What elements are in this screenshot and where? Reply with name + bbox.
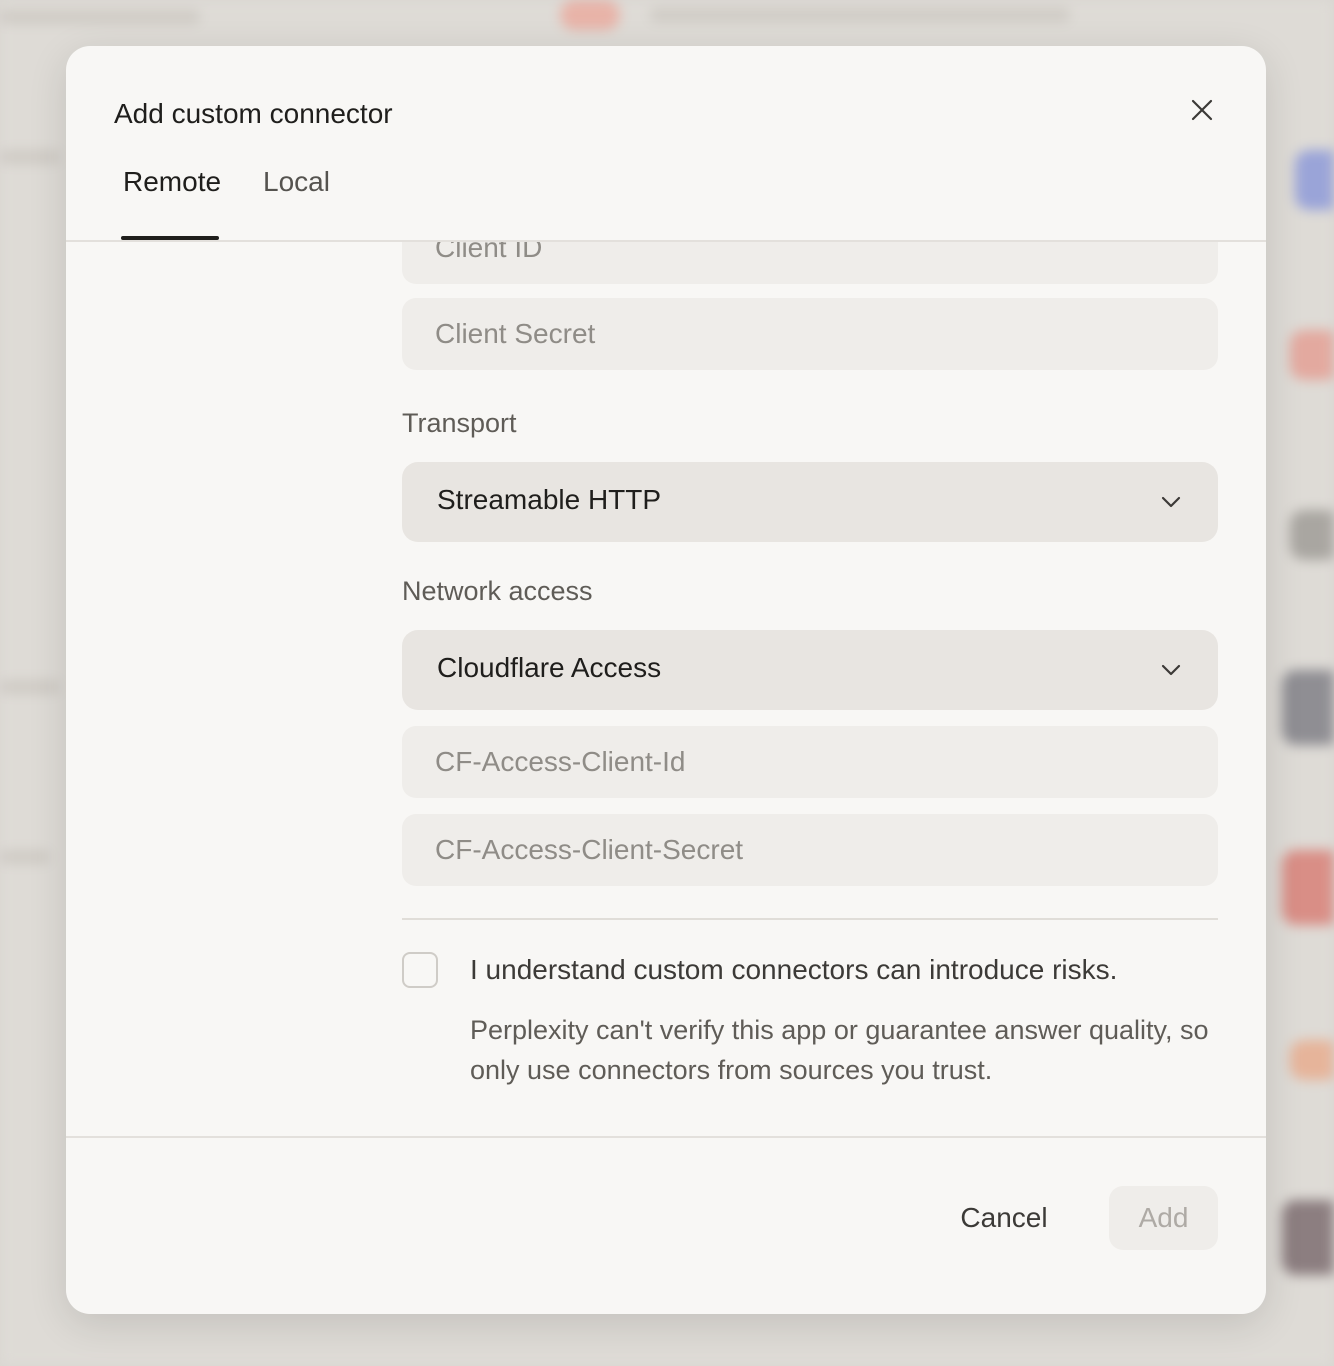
chevron-down-icon [1161,496,1181,508]
transport-value: Streamable HTTP [437,484,662,515]
risk-description: Perplexity can't verify this app or guar… [470,1015,1209,1085]
add-connector-dialog: Add custom connector Remote Local Transp… [66,46,1266,1314]
footer-divider [66,1136,1266,1138]
chevron-down-icon [1161,664,1181,676]
network-access-value: Cloudflare Access [437,652,662,683]
risk-acknowledge-checkbox[interactable] [402,952,438,988]
cancel-button[interactable]: Cancel [948,1188,1060,1248]
client-id-input[interactable] [402,242,1218,284]
tab-local[interactable]: Local [263,166,330,241]
transport-label: Transport [402,408,517,438]
tab-remote[interactable]: Remote [123,166,221,241]
close-icon [1191,99,1213,121]
close-button[interactable] [1184,92,1220,128]
cf-client-secret-input[interactable] [402,814,1218,886]
network-access-select[interactable]: Cloudflare Access [402,630,1218,710]
client-secret-input[interactable] [402,298,1218,370]
network-access-label: Network access [402,576,593,606]
add-button[interactable]: Add [1109,1186,1218,1250]
risk-title: I understand custom connectors can intro… [470,954,1118,985]
form-scroll-area[interactable]: Transport Streamable HTTP Network access… [66,242,1266,1136]
dialog-title: Add custom connector [114,98,393,129]
transport-select[interactable]: Streamable HTTP [402,462,1218,542]
section-divider [402,918,1218,920]
cf-client-id-input[interactable] [402,726,1218,798]
